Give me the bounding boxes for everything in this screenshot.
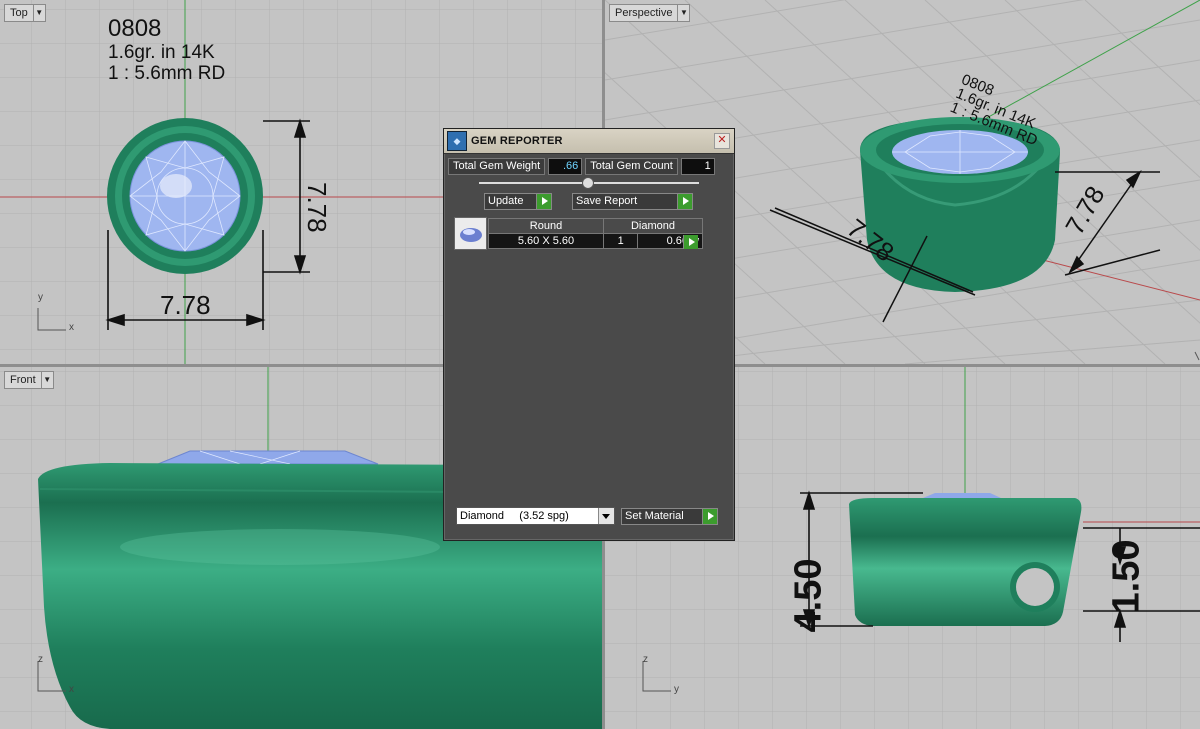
axis-label-z: z: [643, 654, 648, 665]
viewport-label: Top: [10, 7, 28, 19]
table-row[interactable]: 5.60 X 5.60 1 0.66tw: [488, 233, 703, 249]
note-line: 1.6gr. in 14K: [108, 42, 215, 63]
axis-label-y: y: [674, 684, 679, 695]
table-header-cut: Round: [488, 218, 604, 234]
axis-label-z: z: [38, 654, 43, 665]
table-header-row: Round Diamond: [488, 218, 703, 234]
viewport-tab-top[interactable]: Top ▼: [4, 4, 46, 22]
play-arrow-icon: [702, 509, 717, 524]
viewport-label: Front: [10, 374, 36, 386]
update-label: Update: [488, 195, 524, 207]
dimension-label: 4.50: [787, 558, 830, 633]
chevron-down-icon[interactable]: ▼: [40, 372, 53, 388]
gem-table: Round Diamond 5.60 X 5.60 1 0.66tw: [488, 218, 703, 249]
dimension-label: 7.78: [160, 290, 211, 320]
note-line: 0808: [108, 15, 162, 42]
axis-label-x: x: [69, 322, 74, 333]
play-arrow-icon: [683, 235, 698, 249]
axis-label-y: y: [38, 292, 43, 303]
dimension-label: 7.78: [302, 182, 332, 233]
gem-reporter-icon: ◆: [447, 131, 467, 151]
annotation-text: 0808 1.6gr. in 14K 1 : 5.6mm RD: [108, 15, 226, 85]
viewport-tab-perspective[interactable]: Perspective ▼: [609, 4, 691, 22]
material-select-value: Diamond (3.52 spg): [460, 510, 569, 522]
totals-row: Total Gem Weight .66 Total Gem Count 1: [448, 158, 730, 175]
close-icon[interactable]: ✕: [714, 133, 730, 149]
set-material-button[interactable]: Set Material: [621, 508, 718, 525]
dimension-label: 1.50: [1105, 539, 1148, 614]
dialog-title: GEM REPORTER: [471, 135, 563, 147]
chevron-down-icon[interactable]: ▼: [32, 5, 45, 21]
dialog-titlebar[interactable]: ◆ GEM REPORTER ✕: [444, 129, 734, 154]
slider-handle[interactable]: [582, 177, 594, 189]
size-slider[interactable]: [479, 177, 699, 189]
viewport-tab-front[interactable]: Front ▼: [4, 371, 54, 389]
gem-thumbnail[interactable]: [454, 217, 487, 250]
play-arrow-icon: [677, 194, 692, 209]
round-diamond-icon: [459, 227, 482, 242]
gem-count: 1: [602, 233, 639, 249]
total-count-label: Total Gem Count: [585, 158, 678, 175]
material-select[interactable]: Diamond (3.52 spg): [456, 507, 615, 525]
gem-size: 5.60 X 5.60: [488, 233, 604, 249]
save-report-label: Save Report: [576, 195, 638, 207]
viewport-label: Perspective: [615, 7, 673, 19]
chevron-down-icon[interactable]: ▼: [677, 5, 689, 21]
table-header-material: Diamond: [603, 218, 703, 234]
save-report-button[interactable]: Save Report: [572, 193, 693, 210]
set-material-label: Set Material: [625, 510, 684, 522]
total-count-value: 1: [680, 158, 715, 175]
total-weight-value: .66: [548, 158, 583, 175]
chevron-down-icon[interactable]: [598, 508, 614, 524]
gem-list[interactable]: Round Diamond 5.60 X 5.60 1 0.66tw: [452, 213, 732, 503]
gem-reporter-dialog[interactable]: ◆ GEM REPORTER ✕ Total Gem Weight .66 To…: [443, 128, 735, 541]
row-action-button[interactable]: [683, 235, 698, 249]
play-arrow-icon: [536, 194, 551, 209]
update-button[interactable]: Update: [484, 193, 552, 210]
note-line: 1 : 5.6mm RD: [108, 63, 226, 84]
total-weight-label: Total Gem Weight: [448, 158, 546, 175]
axis-label-x: x: [69, 684, 74, 695]
